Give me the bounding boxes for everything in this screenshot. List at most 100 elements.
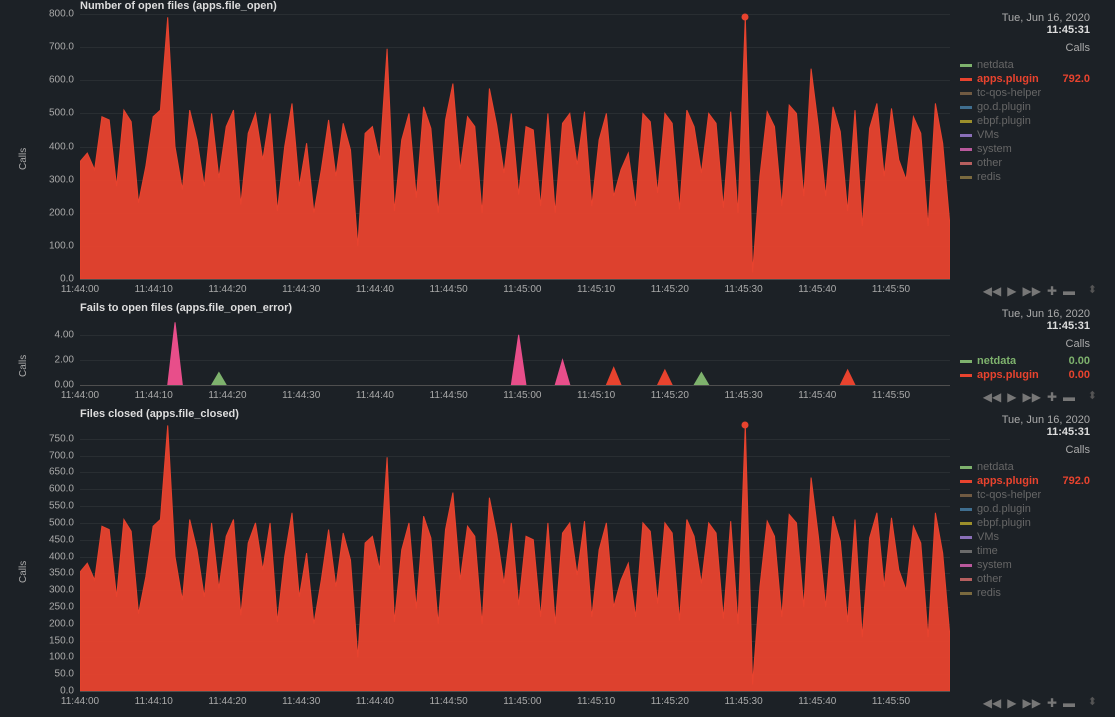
unit-label: Calls [960, 444, 1105, 456]
x-tick: 11:44:50 [430, 390, 468, 401]
legend-swatch [960, 494, 972, 497]
fast-forward-icon[interactable]: ▶▶ [1022, 284, 1040, 298]
collapse-icon[interactable]: ⬍ [1088, 695, 1097, 708]
panel-file-closed: Files closed (apps.file_closed) Calls 0.… [10, 408, 1105, 710]
zoom-in-icon[interactable]: ✚ [1047, 390, 1057, 404]
y-tick: 0.0 [60, 686, 80, 697]
chart-title: Files closed (apps.file_closed) [80, 408, 239, 420]
gridline [80, 279, 950, 280]
zoom-out-icon[interactable]: ▬ [1063, 284, 1075, 298]
legend-name: go.d.plugin [977, 503, 1031, 515]
dashboard: Number of open files (apps.file_open) Ca… [0, 0, 1115, 717]
legend-swatch [960, 78, 972, 81]
legend-item[interactable]: VMs [960, 530, 1105, 544]
legend-name: ebpf.plugin [977, 115, 1031, 127]
y-tick: 200.0 [49, 618, 80, 629]
legend-item[interactable]: other [960, 156, 1105, 170]
legend-item[interactable]: redis [960, 586, 1105, 600]
x-tick: 11:44:40 [356, 284, 394, 295]
legend-name: VMs [977, 129, 999, 141]
plot-area[interactable]: 0.050.0100.0150.0200.0250.0300.0350.0400… [80, 422, 950, 692]
rewind-icon[interactable]: ◀◀ [983, 284, 1001, 298]
x-tick: 11:45:20 [651, 390, 689, 401]
legend-item[interactable]: tc-qos-helper [960, 86, 1105, 100]
zoom-in-icon[interactable]: ✚ [1047, 284, 1057, 298]
x-axis: 11:44:0011:44:1011:44:2011:44:3011:44:40… [80, 696, 950, 710]
legend-name: system [977, 559, 1012, 571]
legend-name: apps.plugin [977, 73, 1039, 85]
legend-item[interactable]: system [960, 142, 1105, 156]
rewind-icon[interactable]: ◀◀ [983, 696, 1001, 710]
x-tick: 11:45:20 [651, 284, 689, 295]
plot-area[interactable]: 0.0100.0200.0300.0400.0500.0600.0700.080… [80, 14, 950, 280]
x-tick: 11:45:50 [872, 284, 910, 295]
play-icon[interactable]: ▶ [1007, 696, 1016, 710]
unit-label: Calls [960, 42, 1105, 54]
legend-item[interactable]: tc-qos-helper [960, 488, 1105, 502]
legend-value: 0.00 [1069, 369, 1090, 381]
x-tick: 11:44:00 [61, 696, 99, 707]
legend-item[interactable]: ebpf.plugin [960, 114, 1105, 128]
x-axis: 11:44:0011:44:1011:44:2011:44:3011:44:40… [80, 284, 950, 298]
zoom-in-icon[interactable]: ✚ [1047, 696, 1057, 710]
x-tick: 11:45:40 [798, 696, 836, 707]
legend-item[interactable]: VMs [960, 128, 1105, 142]
y-tick: 4.00 [55, 329, 80, 340]
legend-swatch [960, 564, 972, 567]
y-tick: 2.00 [55, 354, 80, 365]
legend-item[interactable]: go.d.plugin [960, 100, 1105, 114]
x-tick: 11:44:10 [135, 696, 173, 707]
legend-item[interactable]: time [960, 544, 1105, 558]
x-tick: 11:45:50 [872, 390, 910, 401]
legend-item[interactable]: redis [960, 170, 1105, 184]
unit-label: Calls [960, 338, 1105, 350]
x-tick: 11:44:40 [356, 390, 394, 401]
y-tick: 50.0 [55, 669, 80, 680]
rewind-icon[interactable]: ◀◀ [983, 390, 1001, 404]
legend-swatch [960, 578, 972, 581]
legend-item[interactable]: system [960, 558, 1105, 572]
zoom-out-icon[interactable]: ▬ [1063, 390, 1075, 404]
x-tick: 11:45:30 [724, 390, 762, 401]
legend-name: redis [977, 587, 1001, 599]
collapse-icon[interactable]: ⬍ [1088, 283, 1097, 296]
legend-item[interactable]: apps.plugin 792.0 [960, 72, 1105, 86]
legend-swatch [960, 64, 972, 67]
x-tick: 11:45:30 [724, 696, 762, 707]
legend-swatch [960, 592, 972, 595]
legend-name: tc-qos-helper [977, 489, 1041, 501]
legend-item[interactable]: apps.plugin 792.0 [960, 474, 1105, 488]
x-tick: 11:45:00 [503, 390, 541, 401]
chart-title: Fails to open files (apps.file_open_erro… [80, 302, 292, 314]
legend-name: netdata [977, 461, 1014, 473]
legend-swatch [960, 522, 972, 525]
play-icon[interactable]: ▶ [1007, 284, 1016, 298]
legend-item[interactable]: netdata [960, 58, 1105, 72]
fast-forward-icon[interactable]: ▶▶ [1022, 696, 1040, 710]
legend-name: apps.plugin [977, 369, 1039, 381]
zoom-out-icon[interactable]: ▬ [1063, 696, 1075, 710]
plot-area[interactable]: 0.002.004.00 [80, 316, 950, 386]
legend-swatch [960, 550, 972, 553]
y-tick: 100.0 [49, 652, 80, 663]
collapse-icon[interactable]: ⬍ [1088, 389, 1097, 402]
play-icon[interactable]: ▶ [1007, 390, 1016, 404]
legend-item[interactable]: go.d.plugin [960, 502, 1105, 516]
legend-item[interactable]: ebpf.plugin [960, 516, 1105, 530]
timestamp-date: Tue, Jun 16, 2020 [960, 308, 1105, 320]
x-tick: 11:44:30 [282, 390, 320, 401]
legend-swatch [960, 148, 972, 151]
fast-forward-icon[interactable]: ▶▶ [1022, 390, 1040, 404]
x-tick: 11:44:20 [208, 390, 246, 401]
legend-name: other [977, 157, 1002, 169]
legend-name: time [977, 545, 998, 557]
chart-title: Number of open files (apps.file_open) [80, 0, 277, 12]
legend-item[interactable]: netdata 0.00 [960, 354, 1105, 368]
x-tick: 11:45:00 [503, 696, 541, 707]
legend-item[interactable]: netdata [960, 460, 1105, 474]
x-tick: 11:45:10 [577, 696, 615, 707]
legend-item[interactable]: apps.plugin 0.00 [960, 368, 1105, 382]
x-tick: 11:45:00 [503, 284, 541, 295]
legend-item[interactable]: other [960, 572, 1105, 586]
legend-swatch [960, 176, 972, 179]
